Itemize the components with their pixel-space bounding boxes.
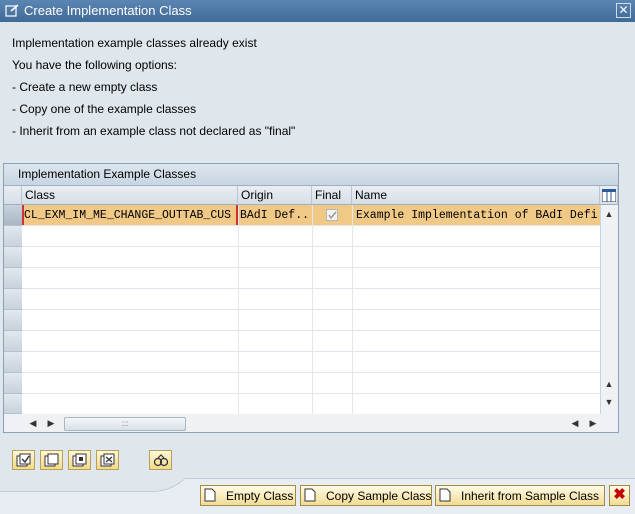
checkmark-icon (328, 211, 337, 220)
scroll-left-icon[interactable]: ◀ (26, 416, 40, 430)
deselect-all-button[interactable] (40, 450, 63, 470)
select-all-button[interactable] (12, 450, 35, 470)
scroll-top-icon[interactable]: ▲ (602, 207, 616, 221)
table-row[interactable] (22, 352, 600, 373)
close-icon[interactable]: ✕ (616, 3, 631, 18)
empty-class-button[interactable]: Empty Class (200, 485, 296, 506)
table-row[interactable] (22, 226, 600, 247)
row-selector[interactable] (4, 331, 22, 352)
create-icon (5, 4, 19, 17)
horizontal-scrollbar[interactable]: ◀ ▶ ::: ◀ ▶ (22, 414, 600, 432)
inherit-sample-class-button[interactable]: Inherit from Sample Class (435, 485, 605, 506)
example-classes-panel: Implementation Example Classes Class Ori… (3, 163, 619, 433)
message-line-1: Implementation example classes already e… (12, 36, 257, 50)
final-checkbox (326, 209, 338, 221)
table-row[interactable] (22, 268, 600, 289)
vertical-scrollbar[interactable]: ▲ ▲ ▼ (600, 205, 618, 414)
column-header-name[interactable]: Name (352, 186, 600, 205)
row-selector[interactable] (4, 205, 22, 226)
scroll-thumb[interactable]: ::: (64, 417, 186, 431)
scroll-down-icon[interactable]: ▼ (602, 395, 616, 409)
table-row[interactable] (22, 331, 600, 352)
table-row[interactable] (22, 247, 600, 268)
inherit-sample-class-label: Inherit from Sample Class (461, 489, 600, 503)
document-icon (204, 488, 216, 502)
select-all-rows-corner[interactable] (4, 186, 22, 205)
row-selector[interactable] (4, 289, 22, 310)
table-row[interactable] (22, 310, 600, 331)
details-button[interactable] (149, 450, 172, 470)
column-header-final[interactable]: Final (312, 186, 352, 205)
empty-class-label: Empty Class (226, 489, 294, 503)
details-icon (153, 454, 168, 467)
window-title: Create Implementation Class (24, 3, 192, 18)
scroll-right-end-icon[interactable]: ▶ (586, 416, 600, 430)
panel-title-text: Implementation Example Classes (18, 167, 197, 181)
cell-class[interactable]: CL_EXM_IM_ME_CHANGE_OUTTAB_CUS (24, 209, 236, 222)
scroll-left-end-icon[interactable]: ◀ (568, 416, 582, 430)
column-divider (312, 205, 313, 414)
example-classes-table: Class Origin Final Name CL_EXM_IM_ME_CHA… (4, 186, 618, 414)
cell-origin[interactable]: BAdI Def... (240, 209, 310, 222)
row-selector[interactable] (4, 394, 22, 414)
panel-title: Implementation Example Classes (4, 164, 618, 186)
table-row[interactable] (22, 373, 600, 394)
row-selector[interactable] (4, 352, 22, 373)
deselect-all-icon (44, 453, 59, 467)
table-layout-icon (602, 189, 616, 202)
deselect-block-icon (100, 453, 115, 467)
deselect-block-button[interactable] (96, 450, 119, 470)
layout-settings-button[interactable] (600, 186, 618, 205)
cancel-icon: ✖ (613, 486, 626, 503)
cell-name[interactable]: Example Implementation of BAdI Defi (356, 209, 600, 222)
row-selector[interactable] (4, 226, 22, 247)
document-icon (439, 488, 451, 502)
column-header-class[interactable]: Class (22, 186, 238, 205)
select-all-icon (16, 453, 31, 467)
table-row[interactable] (22, 289, 600, 310)
select-block-button[interactable] (68, 450, 91, 470)
scroll-right-icon[interactable]: ▶ (44, 416, 58, 430)
column-divider (352, 205, 353, 414)
scroll-up-icon[interactable]: ▲ (602, 377, 616, 391)
copy-sample-class-label: Copy Sample Class (326, 489, 432, 503)
column-divider (238, 205, 239, 414)
row-selector[interactable] (4, 373, 22, 394)
table-row[interactable]: CL_EXM_IM_ME_CHANGE_OUTTAB_CUS BAdI Def.… (22, 205, 600, 226)
message-line-3: - Create a new empty class (12, 80, 158, 94)
cancel-button[interactable]: ✖ (609, 485, 630, 506)
column-header-origin[interactable]: Origin (238, 186, 312, 205)
table-row[interactable] (22, 394, 600, 414)
select-block-icon (72, 453, 87, 467)
message-line-4: - Copy one of the example classes (12, 102, 197, 116)
row-selector[interactable] (4, 310, 22, 331)
copy-sample-class-button[interactable]: Copy Sample Class (300, 485, 432, 506)
message-line-5: - Inherit from an example class not decl… (12, 124, 296, 138)
row-selector[interactable] (4, 247, 22, 268)
document-icon (304, 488, 316, 502)
title-bar: Create Implementation Class ✕ (0, 0, 635, 22)
message-line-2: You have the following options: (12, 58, 178, 72)
row-selector[interactable] (4, 268, 22, 289)
